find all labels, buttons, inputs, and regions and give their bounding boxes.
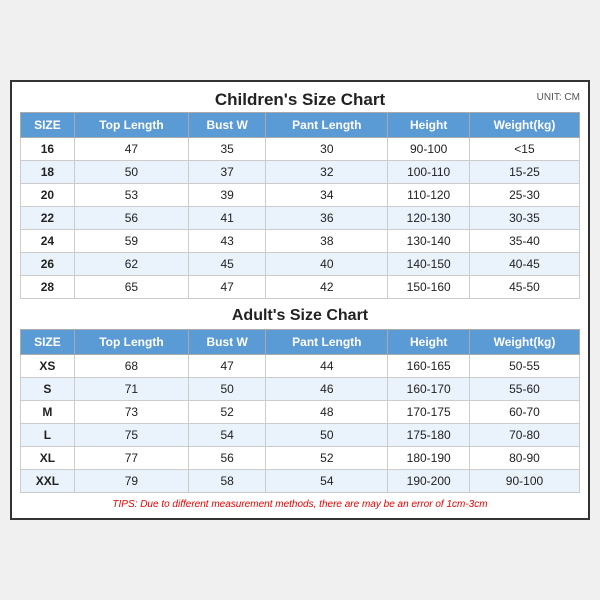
col-bust-w: Bust W (189, 113, 266, 138)
col-pant-length: Pant Length (266, 330, 388, 355)
col-bust-w: Bust W (189, 330, 266, 355)
adult-chart-title: Adult's Size Chart (20, 299, 580, 329)
children-tbody: 1647353090-100<1518503732100-11015-25205… (21, 138, 580, 299)
table-row: XL775652180-19080-90 (21, 447, 580, 470)
table-row: 18503732100-11015-25 (21, 161, 580, 184)
unit-label: UNIT: CM (537, 92, 580, 103)
children-table: SIZE Top Length Bust W Pant Length Heigh… (20, 112, 580, 299)
table-row: M735248170-17560-70 (21, 401, 580, 424)
col-size: SIZE (21, 330, 75, 355)
col-height: Height (388, 113, 470, 138)
adult-header-row: SIZE Top Length Bust W Pant Length Heigh… (21, 330, 580, 355)
col-height: Height (388, 330, 470, 355)
col-size: SIZE (21, 113, 75, 138)
col-top-length: Top Length (74, 330, 188, 355)
adult-tbody: XS684744160-16550-55S715046160-17055-60M… (21, 355, 580, 493)
col-pant-length: Pant Length (266, 113, 388, 138)
table-row: L755450175-18070-80 (21, 424, 580, 447)
col-top-length: Top Length (74, 113, 188, 138)
chart-container: Children's Size Chart UNIT: CM SIZE Top … (10, 80, 590, 520)
children-chart-title: Children's Size Chart UNIT: CM (20, 90, 580, 110)
table-row: 1647353090-100<15 (21, 138, 580, 161)
table-row: XS684744160-16550-55 (21, 355, 580, 378)
table-row: 26624540140-15040-45 (21, 253, 580, 276)
table-row: 24594338130-14035-40 (21, 230, 580, 253)
col-weight: Weight(kg) (469, 330, 579, 355)
adult-table: SIZE Top Length Bust W Pant Length Heigh… (20, 329, 580, 493)
tips-text: TIPS: Due to different measurement metho… (20, 499, 580, 510)
col-weight: Weight(kg) (469, 113, 579, 138)
table-row: 20533934110-12025-30 (21, 184, 580, 207)
table-row: 28654742150-16045-50 (21, 276, 580, 299)
table-row: 22564136120-13030-35 (21, 207, 580, 230)
children-header-row: SIZE Top Length Bust W Pant Length Heigh… (21, 113, 580, 138)
table-row: S715046160-17055-60 (21, 378, 580, 401)
table-row: XXL795854190-20090-100 (21, 470, 580, 493)
